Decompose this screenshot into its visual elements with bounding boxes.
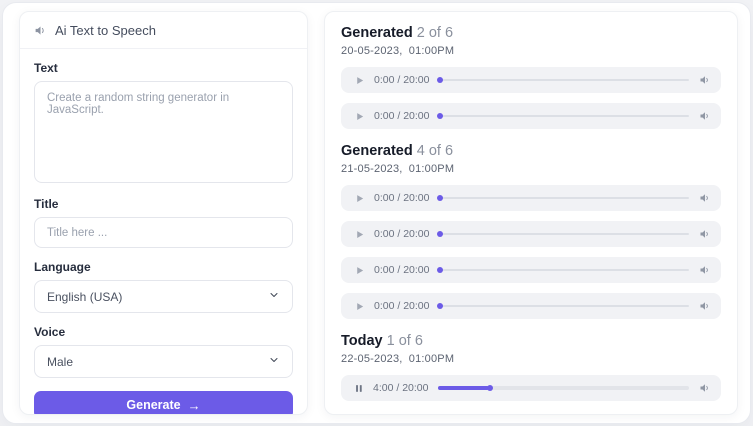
- progress-track[interactable]: [439, 301, 689, 311]
- section-date: 21-05-2023, 01:00PM: [341, 163, 721, 175]
- generate-button[interactable]: Generate →: [34, 391, 293, 415]
- section-title: Today 1 of 6: [341, 333, 721, 349]
- app-window: Ai Text to Speech Text Title Language En…: [2, 2, 751, 424]
- language-value: English (USA): [47, 290, 122, 304]
- form-body: Text Title Language English (USA) Voice …: [20, 49, 307, 415]
- progress-fill: [438, 386, 488, 390]
- play-button[interactable]: [354, 75, 365, 86]
- chevron-down-icon: [268, 289, 280, 304]
- player-time: 0:00 / 20:00: [374, 264, 429, 276]
- track-line: [439, 197, 689, 199]
- track-line: [439, 79, 689, 81]
- section-date: 22-05-2023, 01:00PM: [341, 353, 721, 365]
- panel-header: Ai Text to Speech: [20, 12, 307, 49]
- text-input[interactable]: [34, 81, 293, 183]
- language-select[interactable]: English (USA): [34, 280, 293, 313]
- player-row[interactable]: 0:00 / 20:00: [341, 103, 721, 129]
- player-time: 0:00 / 20:00: [374, 110, 429, 122]
- play-button[interactable]: [354, 193, 365, 204]
- progress-track[interactable]: [439, 75, 689, 85]
- voice-value: Male: [47, 355, 73, 369]
- progress-track[interactable]: [438, 383, 689, 393]
- progress-handle[interactable]: [437, 195, 443, 201]
- section-title-text: Generated: [341, 25, 413, 41]
- panel-title: Ai Text to Speech: [55, 23, 156, 38]
- audio-section: Generated 4 of 6 21-05-2023, 01:00PM 0:00 …: [341, 143, 721, 319]
- volume-icon[interactable]: [699, 300, 711, 312]
- generated-audio-card: Generated 2 of 6 20-05-2023, 01:00PM 0:00 …: [324, 11, 738, 415]
- section-title-text: Today: [341, 333, 383, 349]
- progress-track[interactable]: [439, 111, 689, 121]
- player-time: 4:00 / 20:00: [373, 382, 428, 394]
- pause-button[interactable]: [354, 383, 364, 394]
- text-label: Text: [34, 61, 293, 75]
- arrow-right-icon: →: [188, 398, 201, 413]
- play-button[interactable]: [354, 111, 365, 122]
- player-row[interactable]: 4:00 / 20:00: [341, 375, 721, 401]
- volume-icon[interactable]: [699, 110, 711, 122]
- volume-icon[interactable]: [699, 264, 711, 276]
- volume-icon[interactable]: [699, 192, 711, 204]
- section-count: 2 of 6: [413, 25, 453, 41]
- voice-select[interactable]: Male: [34, 345, 293, 378]
- progress-handle[interactable]: [437, 77, 443, 83]
- player-time: 0:00 / 20:00: [374, 228, 429, 240]
- section-title: Generated 4 of 6: [341, 143, 721, 159]
- progress-handle[interactable]: [437, 267, 443, 273]
- player-row[interactable]: 0:00 / 20:00: [341, 221, 721, 247]
- tts-form-card: Ai Text to Speech Text Title Language En…: [19, 11, 308, 415]
- player-time: 0:00 / 20:00: [374, 300, 429, 312]
- progress-track[interactable]: [439, 265, 689, 275]
- progress-track[interactable]: [439, 229, 689, 239]
- volume-icon[interactable]: [699, 228, 711, 240]
- player-row[interactable]: 0:00 / 20:00: [341, 185, 721, 211]
- progress-handle[interactable]: [487, 385, 493, 391]
- section-count: 4 of 6: [413, 143, 453, 159]
- play-button[interactable]: [354, 229, 365, 240]
- track-line: [439, 269, 689, 271]
- generate-label: Generate: [126, 398, 180, 412]
- player-row[interactable]: 0:00 / 20:00: [341, 293, 721, 319]
- audio-section: Generated 2 of 6 20-05-2023, 01:00PM 0:00 …: [341, 25, 721, 129]
- play-button[interactable]: [354, 265, 365, 276]
- section-count: 1 of 6: [383, 333, 423, 349]
- player-row[interactable]: 0:00 / 20:00: [341, 257, 721, 283]
- player-row[interactable]: 0:00 / 20:00: [341, 67, 721, 93]
- section-title-text: Generated: [341, 143, 413, 159]
- play-button[interactable]: [354, 301, 365, 312]
- audio-section: Today 1 of 6 22-05-2023, 01:00PM 4:00 / 20…: [341, 333, 721, 401]
- title-input[interactable]: [34, 217, 293, 248]
- sections-root: Generated 2 of 6 20-05-2023, 01:00PM 0:00 …: [341, 25, 721, 401]
- chevron-down-icon: [268, 354, 280, 369]
- speaker-icon: [34, 24, 47, 37]
- progress-handle[interactable]: [437, 303, 443, 309]
- section-date: 20-05-2023, 01:00PM: [341, 45, 721, 57]
- volume-icon[interactable]: [699, 382, 711, 394]
- progress-track[interactable]: [439, 193, 689, 203]
- track-line: [439, 233, 689, 235]
- track-line: [439, 305, 689, 307]
- track-line: [439, 115, 689, 117]
- player-time: 0:00 / 20:00: [374, 192, 429, 204]
- progress-handle[interactable]: [437, 113, 443, 119]
- title-label: Title: [34, 197, 293, 211]
- progress-handle[interactable]: [437, 231, 443, 237]
- voice-label: Voice: [34, 325, 293, 339]
- section-title: Generated 2 of 6: [341, 25, 721, 41]
- player-time: 0:00 / 20:00: [374, 74, 429, 86]
- volume-icon[interactable]: [699, 74, 711, 86]
- language-label: Language: [34, 260, 293, 274]
